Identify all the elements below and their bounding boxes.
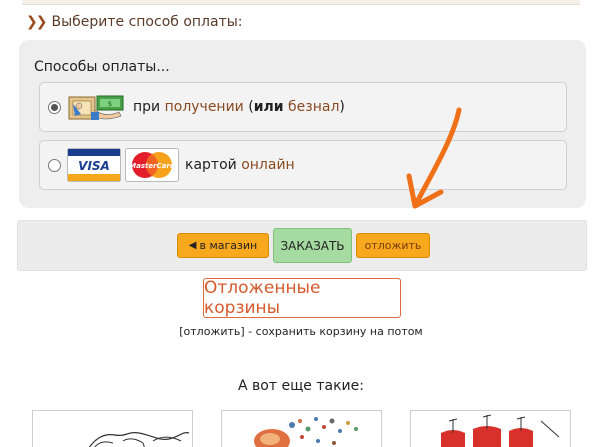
place-order-button[interactable]: ЗАКАЗАТЬ [273, 228, 352, 263]
bank-transfer-link[interactable]: безнал [288, 99, 339, 115]
checkout-action-bar: ◀ в магазин ЗАКАЗАТЬ отложить [17, 220, 587, 271]
or-word: или [253, 99, 284, 115]
related-product-card[interactable] [410, 410, 571, 447]
visa-icon: VISA [67, 148, 121, 182]
top-divider [22, 0, 580, 5]
payment-option-on-delivery[interactable]: $ при получении (или безнал) [39, 82, 567, 132]
radio-on-delivery[interactable] [48, 100, 61, 114]
svg-text:$: $ [108, 100, 112, 108]
back-to-shop-label: в магазин [199, 239, 258, 252]
checkout-page: ❯❯ Выберите способ оплаты: Способы оплат… [0, 0, 602, 447]
product-image-horses [88, 431, 190, 447]
payment-option-card-online[interactable]: VISA MasterCard картой онлайн [39, 140, 567, 190]
save-for-later-label: отложить [364, 239, 422, 252]
back-to-shop-button[interactable]: ◀ в магазин [177, 233, 269, 258]
related-product-card[interactable] [32, 410, 193, 447]
option-on-delivery-prefix: при [133, 99, 161, 115]
payment-section-heading-text: Выберите способ оплаты: [51, 14, 243, 30]
visa-logo-text: VISA [78, 159, 110, 173]
option-card-prefix: картой [185, 157, 237, 173]
on-delivery-link[interactable]: получении [165, 99, 244, 115]
payment-section-heading: ❯❯ Выберите способ оплаты: [26, 14, 243, 30]
online-link[interactable]: онлайн [241, 157, 295, 173]
double-chevron-icon: ❯❯ [26, 14, 48, 30]
product-image-ship [441, 414, 560, 447]
related-products-heading: А вот еще такие: [238, 378, 364, 394]
save-for-later-button[interactable]: отложить [356, 233, 430, 258]
payment-methods-panel: Способы оплаты... $ при получении (или б… [19, 40, 586, 208]
related-product-card[interactable] [221, 410, 382, 447]
mastercard-icon: MasterCard [125, 148, 179, 182]
arrow-left-icon: ◀ [188, 240, 197, 251]
option-on-delivery-text: при получении (или безнал) [133, 99, 345, 115]
mastercard-logo-text: MasterCard [129, 162, 176, 170]
payment-methods-title: Способы оплаты... [34, 59, 170, 75]
option-card-online-text: картой онлайн [185, 157, 295, 173]
paren-close: ) [339, 99, 345, 115]
saved-carts-label: Отложенные корзины [204, 278, 321, 318]
cash-courier-icon: $ [68, 95, 124, 120]
place-order-label: ЗАКАЗАТЬ [280, 238, 345, 253]
save-cart-hint: [отложить] - сохранить корзину на потом [179, 325, 423, 338]
product-image-mosaic [254, 417, 358, 447]
saved-carts-button[interactable]: Отложенные корзины [203, 278, 401, 318]
radio-card-online[interactable] [48, 158, 61, 172]
